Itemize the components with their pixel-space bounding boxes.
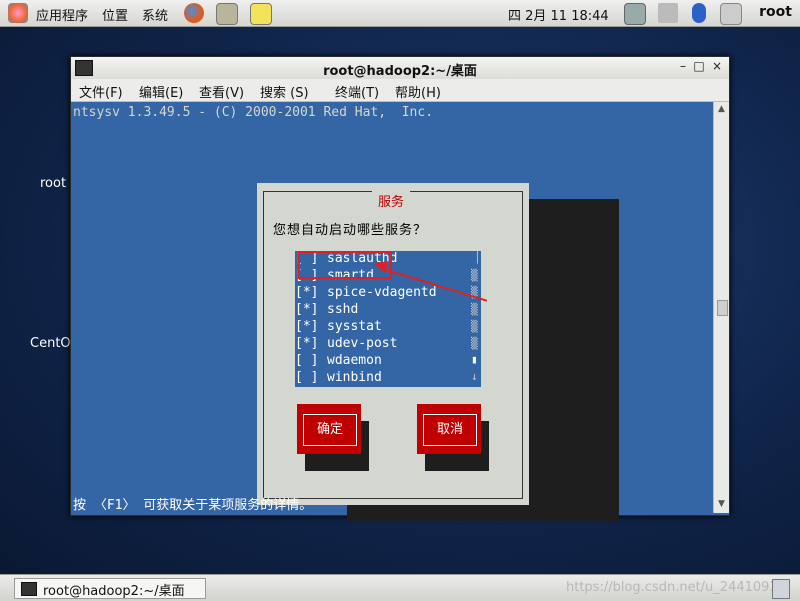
gnome-foot-icon[interactable] — [8, 3, 28, 23]
checkbox[interactable]: [*] — [295, 302, 318, 317]
close-button[interactable]: × — [709, 59, 725, 75]
scroll-down-icon[interactable]: ▼ — [716, 499, 727, 510]
menu-places[interactable]: 位置 — [102, 5, 128, 24]
service-name: sysstat — [327, 319, 382, 334]
bluetooth-icon[interactable] — [692, 3, 706, 23]
checkbox[interactable]: [*] — [295, 319, 318, 334]
scroll-track: ▒ ▒ ▒ ▒ ▒ — [471, 269, 478, 350]
maximize-button[interactable]: □ — [691, 59, 707, 75]
ntsysv-header: ntsysv 1.3.49.5 - (C) 2000-2001 Red Hat,… — [73, 105, 434, 120]
menu-applications[interactable]: 应用程序 — [36, 5, 88, 24]
scroll-thumb[interactable]: ▮ — [471, 353, 478, 366]
notes-icon[interactable] — [250, 3, 272, 25]
cancel-button-label: 取消 — [423, 414, 477, 446]
top-panel: 应用程序 位置 系统 四 2月 11 18:44 root — [0, 0, 800, 27]
list-item[interactable]: [*] sshd — [295, 302, 481, 319]
bottom-panel: root@hadoop2:~/桌面 https://blog.csdn.net/… — [0, 574, 800, 601]
ok-button-label: 确定 — [303, 414, 357, 446]
minimize-button[interactable]: – — [675, 59, 691, 75]
terminal-scrollbar[interactable]: ▲ ▼ — [713, 102, 729, 513]
network-icon[interactable] — [624, 3, 646, 25]
network-disconnected-icon[interactable] — [720, 3, 742, 25]
services-dialog: 服务 您想自动启动哪些服务？ [ ] saslauthd [ ] smartd [*… — [257, 183, 529, 505]
service-name: udev-post — [327, 336, 398, 351]
list-scrollbar[interactable]: ▕ ▒ ▒ ▒ ▒ ▒ ▮ ↓ — [471, 251, 481, 387]
volume-icon[interactable] — [658, 3, 678, 23]
menu-edit[interactable]: 编辑(E) — [139, 82, 183, 101]
menu-help[interactable]: 帮助(H) — [395, 82, 441, 101]
watermark: https://blog.csdn.net/u_24410932 — [566, 580, 786, 595]
list-item[interactable]: [ ] wdaemon — [295, 353, 481, 370]
checkbox[interactable]: [*] — [295, 336, 318, 351]
menu-view[interactable]: 查看(V) — [199, 82, 244, 101]
list-item[interactable]: [*] spice-vdagentd — [295, 285, 481, 302]
list-item[interactable]: [*] sysstat — [295, 319, 481, 336]
mail-icon[interactable] — [216, 3, 238, 25]
desktop-icon-centos[interactable]: CentO — [30, 336, 71, 351]
service-name: wdaemon — [327, 353, 382, 368]
ok-button[interactable]: 确定 — [297, 404, 361, 454]
firefox-icon[interactable] — [184, 3, 204, 23]
checkbox[interactable]: [ ] — [295, 353, 318, 368]
scrollbar-thumb[interactable] — [717, 300, 728, 316]
dialog-title: 服务 — [372, 191, 411, 210]
window-titlebar[interactable]: root@hadoop2:~/桌面 – □ × — [71, 57, 729, 80]
cancel-button[interactable]: 取消 — [417, 404, 481, 454]
terminal-window: root@hadoop2:~/桌面 – □ × 文件(F) 编辑(E) 查看(V… — [70, 56, 730, 521]
user-name[interactable]: root — [759, 4, 792, 20]
list-item[interactable]: [*] udev-post — [295, 336, 481, 353]
menu-terminal[interactable]: 终端(T) — [335, 82, 379, 101]
scroll-up-arrow-icon[interactable]: ▕ — [471, 251, 478, 264]
taskbar-item-terminal[interactable]: root@hadoop2:~/桌面 — [14, 578, 206, 599]
help-line: 按 〈F1〉 可获取关于某项服务的详情。 — [73, 498, 313, 513]
terminal-icon — [21, 582, 37, 596]
menubar: 文件(F) 编辑(E) 查看(V) 搜索 (S) 终端(T) 帮助(H) — [71, 79, 729, 102]
service-name: winbind — [327, 370, 382, 385]
desktop-icon-root[interactable]: root — [40, 176, 66, 191]
scroll-up-icon[interactable]: ▲ — [716, 104, 727, 115]
terminal-area[interactable]: ntsysv 1.3.49.5 - (C) 2000-2001 Red Hat,… — [71, 102, 712, 521]
checkbox[interactable]: [*] — [295, 285, 318, 300]
window-title: root@hadoop2:~/桌面 — [323, 64, 477, 79]
taskbar-item-label: root@hadoop2:~/桌面 — [43, 584, 185, 599]
checkbox[interactable]: [ ] — [295, 370, 318, 385]
trash-icon[interactable] — [772, 579, 790, 599]
service-name: spice-vdagentd — [327, 285, 437, 300]
menu-file[interactable]: 文件(F) — [79, 82, 123, 101]
clock[interactable]: 四 2月 11 18:44 — [508, 5, 609, 24]
menu-system[interactable]: 系统 — [142, 5, 168, 24]
scroll-down-arrow-icon[interactable]: ↓ — [471, 370, 478, 383]
dialog-question: 您想自动启动哪些服务？ — [273, 223, 428, 238]
service-name: sshd — [327, 302, 359, 317]
list-item[interactable]: [ ] winbind — [295, 370, 481, 387]
menu-search[interactable]: 搜索 (S) — [260, 82, 309, 101]
